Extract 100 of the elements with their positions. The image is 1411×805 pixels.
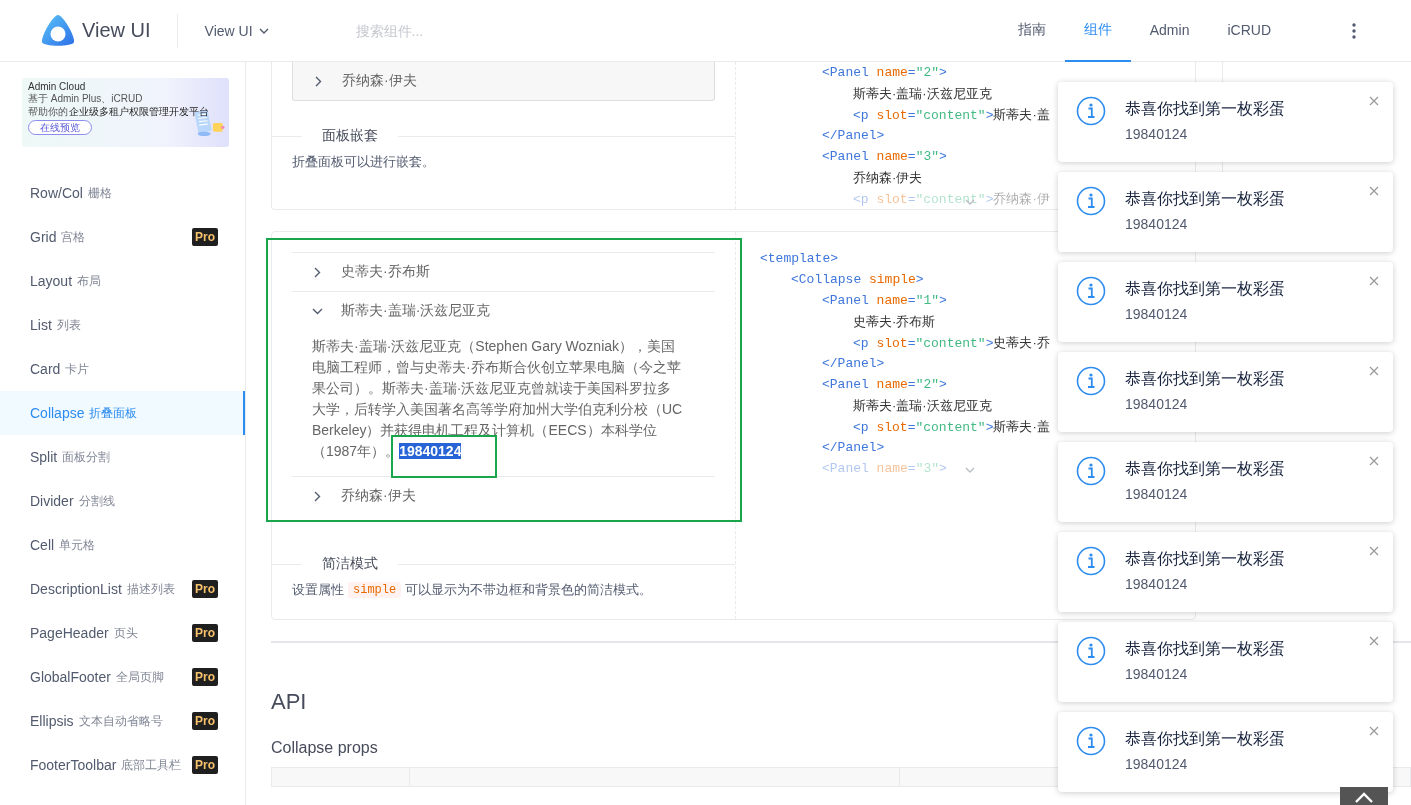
sidebar-item[interactable]: DescriptionList 描述列表 Pro <box>0 567 245 611</box>
item-sublabel: 文本自动省略号 <box>78 712 163 730</box>
item-label: GlobalFooter <box>30 669 111 685</box>
item-label: Grid <box>30 229 57 245</box>
sidebar-item[interactable]: Split 面板分割 <box>0 435 245 479</box>
item-sublabel: 描述列表 <box>126 580 175 598</box>
promo-banner[interactable]: Admin Cloud 基于 Admin Plus、iCRUD 帮助你的企业级多租户权限管理开发平台 在线预览 <box>22 78 229 147</box>
notification-text: 19840124 <box>1125 576 1188 592</box>
description-text: 折叠面板可以进行嵌套。 <box>292 153 435 171</box>
item-label: Card <box>30 361 61 377</box>
code-line: <p slot="content">斯蒂夫·盖 <box>852 106 1050 125</box>
banner-title: Admin Cloud <box>28 81 86 93</box>
sidebar-item[interactable]: Ellipsis 文本自动省略号 Pro <box>0 699 245 743</box>
sidebar-item[interactable]: Card 卡片 <box>0 347 245 391</box>
section-heading: API <box>271 689 307 715</box>
item-sublabel: 布局 <box>77 272 102 290</box>
panel-title: 史蒂夫·乔布斯 <box>341 263 430 281</box>
sidebar-item[interactable]: List 列表 <box>0 303 245 347</box>
item-label: Layout <box>30 273 73 289</box>
section-title: 简洁模式 <box>321 555 379 573</box>
pro-badge: Pro <box>192 756 218 774</box>
code-line: 斯蒂夫·盖瑞·沃兹尼亚克 <box>852 397 992 415</box>
banner-text: 基于 Admin Plus、iCRUD <box>28 93 143 105</box>
sidebar-item[interactable]: Row/Col 栅格 <box>0 171 245 215</box>
item-sublabel: 底部工具栏 <box>121 756 182 774</box>
product-menu[interactable]: View UI <box>204 22 269 39</box>
panel-header[interactable]: 史蒂夫·乔布斯 <box>292 253 715 291</box>
notification-title: 恭喜你找到第一枚彩蛋 <box>1125 369 1285 389</box>
code-line: <Panel name="3"> <box>822 148 947 166</box>
subsection-heading: Collapse props <box>271 739 378 757</box>
panel-header[interactable]: 乔纳森·伊夫 <box>292 477 715 515</box>
code-line: <Panel name="3"> <box>760 458 947 479</box>
code-line: 乔纳森·伊夫 <box>852 169 923 187</box>
item-sublabel: 全局页脚 <box>115 668 164 686</box>
item-label: Row/Col <box>30 185 83 201</box>
code-line: <p slot="content">斯蒂夫·盖 <box>852 418 1050 437</box>
sidebar-item[interactable]: FooterToolbar 底部工具栏 Pro <box>0 743 245 787</box>
sidebar-item[interactable]: Grid 宫格 Pro <box>0 215 245 259</box>
sidebar-item[interactable]: Divider 分割线 <box>0 479 245 523</box>
sidebar-item[interactable]: GlobalFooter 全局页脚 Pro <box>0 655 245 699</box>
item-sublabel: 单元格 <box>59 536 96 554</box>
item-sublabel: 分割线 <box>78 492 115 510</box>
logo-text: View UI <box>82 19 151 42</box>
item-label: DescriptionList <box>30 581 122 597</box>
pro-badge: Pro <box>192 228 218 246</box>
code-line: <Collapse simple> <box>790 271 924 289</box>
code-tag: simple <box>348 582 402 598</box>
notification-title: 恭喜你找到第一枚彩蛋 <box>1125 99 1285 119</box>
item-sublabel: 折叠面板 <box>89 404 138 422</box>
panel-header[interactable]: 乔纳森·伊夫 <box>293 62 714 100</box>
notification-title: 恭喜你找到第一枚彩蛋 <box>1125 639 1285 659</box>
notification-text: 19840124 <box>1125 486 1188 502</box>
item-label: Ellipsis <box>30 713 74 729</box>
code-line: </Panel> <box>821 439 885 457</box>
item-label: Split <box>30 449 58 465</box>
code-line: <p slot="content">史蒂夫·乔 <box>852 334 1050 353</box>
sidebar-item[interactable]: PageHeader 页头 Pro <box>0 611 245 655</box>
item-label: Cell <box>30 537 55 553</box>
notification-text: 19840124 <box>1125 306 1188 322</box>
item-label: FooterToolbar <box>30 757 117 773</box>
nav-tab[interactable]: Admin <box>1130 0 1209 62</box>
pro-badge: Pro <box>192 712 218 730</box>
nav-tab[interactable]: iCRUD <box>1208 0 1290 62</box>
item-sublabel: 面板分割 <box>62 448 111 466</box>
notification-title: 恭喜你找到第一枚彩蛋 <box>1125 549 1285 569</box>
panel-header[interactable]: 斯蒂夫·盖瑞·沃兹尼亚克 <box>292 292 715 330</box>
pro-badge: Pro <box>192 668 218 686</box>
code-line: 斯蒂夫·盖瑞·沃兹尼亚克 <box>852 85 992 103</box>
code-line: <template> <box>760 250 838 268</box>
description-text: 设置属性 <box>292 581 344 599</box>
sidebar-item[interactable]: Layout 布局 <box>0 259 245 303</box>
code-line: </Panel> <box>821 355 885 373</box>
sidebar-item[interactable]: Cell 单元格 <box>0 523 245 567</box>
item-sublabel: 宫格 <box>61 228 86 246</box>
code-line: <Panel name="2"> <box>821 376 947 394</box>
preview-button[interactable]: 在线预览 <box>28 120 92 135</box>
section-title: 面板嵌套 <box>321 127 379 145</box>
pro-badge: Pro <box>192 580 218 598</box>
notification-text: 19840124 <box>1125 756 1188 772</box>
code-line: </Panel> <box>822 127 885 145</box>
notification-text: 19840124 <box>1125 396 1188 412</box>
item-sublabel: 卡片 <box>65 360 90 378</box>
nav-tab[interactable]: 指南 <box>998 0 1065 62</box>
notification-title: 恭喜你找到第一枚彩蛋 <box>1125 189 1285 209</box>
description-text: 可以显示为不带边框和背景色的简洁模式。 <box>405 581 653 599</box>
item-label: Collapse <box>30 405 85 421</box>
notification-text: 19840124 <box>1125 216 1188 232</box>
notification-text: 19840124 <box>1125 666 1188 682</box>
notification-text: 19840124 <box>1125 126 1188 142</box>
item-sublabel: 页头 <box>113 624 138 642</box>
item-label: List <box>30 317 52 333</box>
item-sublabel: 栅格 <box>87 184 112 202</box>
panel-title: 乔纳森·伊夫 <box>342 72 417 90</box>
notification-title: 恭喜你找到第一枚彩蛋 <box>1125 729 1285 749</box>
notification-title: 恭喜你找到第一枚彩蛋 <box>1125 279 1285 299</box>
panel-title: 斯蒂夫·盖瑞·沃兹尼亚克 <box>341 302 491 320</box>
banner-headline: 企业级多租户权限管理开发平台 <box>69 105 209 118</box>
code-line: 史蒂夫·乔布斯 <box>852 313 936 331</box>
item-label: Divider <box>30 493 74 509</box>
code-line: <Panel name="1"> <box>821 292 947 310</box>
